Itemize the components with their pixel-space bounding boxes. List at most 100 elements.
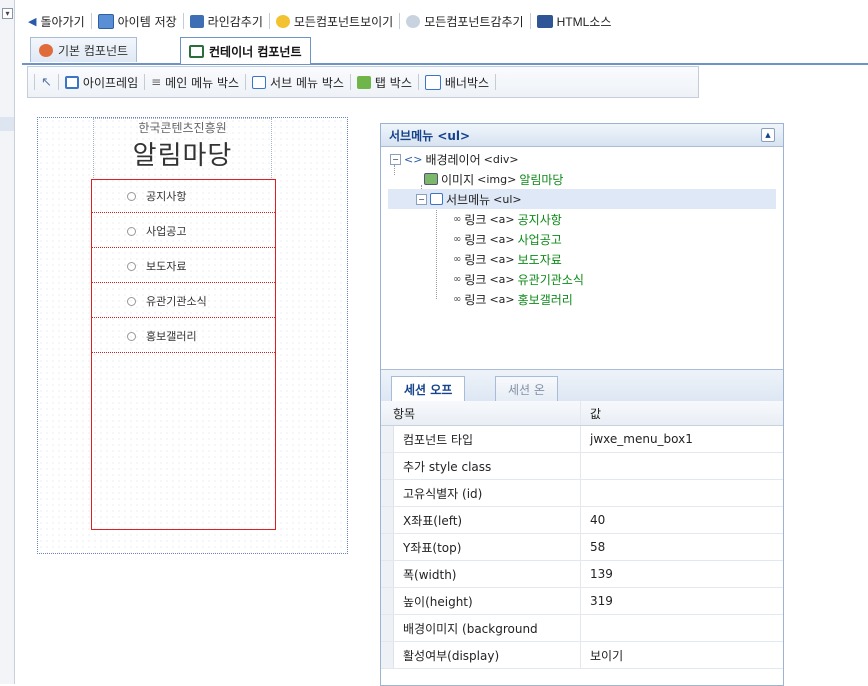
tree-node-image[interactable]: 이미지 <img> 알림마당 (424, 169, 563, 189)
menu-item[interactable]: 홍보갤러리 (92, 320, 275, 353)
link-icon: ∞ (453, 273, 462, 285)
property-name: 고유식별자 (id) (403, 486, 483, 501)
collapse-icon[interactable]: ▲ (761, 128, 775, 142)
property-name: 높이(height) (403, 594, 473, 609)
tab-session-off[interactable]: 세션 오프 (391, 376, 466, 401)
column-divider (580, 642, 581, 668)
menu-item[interactable]: 사업공고 (92, 215, 275, 248)
grid-header: 항목 값 (381, 401, 783, 426)
tab-container-components[interactable]: 컨테이너 컴포넌트 (180, 37, 311, 64)
menu-item[interactable]: 공지사항 (92, 180, 275, 213)
tree-node-link[interactable]: ∞ 링크 <a> 공지사항 (453, 209, 562, 229)
pointer-icon: ↖ (41, 74, 52, 90)
column-divider (580, 507, 581, 533)
component-panel: 서브메뉴 <ul> ▲ − <> 배경레이어 <div> 이미지 <img> 알… (380, 123, 784, 686)
save-item-button[interactable]: 아이템 저장 (92, 13, 183, 30)
panel-header: 서브메뉴 <ul> ▲ (381, 124, 783, 147)
submenu-icon (430, 193, 443, 205)
table-row[interactable]: Y좌표(top) 58 (381, 534, 783, 561)
row-handle (381, 642, 394, 668)
main-toolbar: ◀ 돌아가기 아이템 저장 라인감추기 모든컴포넌트보이기 모든컴포넌트감추기 … (22, 9, 868, 33)
table-row[interactable]: 컴포넌트 타입 jwxe_menu_box1 (381, 426, 783, 453)
tab-session-on[interactable]: 세션 온 (495, 376, 558, 401)
table-row[interactable]: 폭(width) 139 (381, 561, 783, 588)
toolbar-separator (495, 74, 497, 90)
container-icon (189, 44, 204, 58)
row-handle (381, 426, 394, 452)
table-row[interactable]: X좌표(left) 40 (381, 507, 783, 534)
components-icon (39, 43, 53, 57)
column-header-value: 값 (590, 406, 602, 421)
tree-node-submenu[interactable]: − 서브메뉴 <ul> (388, 189, 776, 209)
tree-node-link[interactable]: ∞ 링크 <a> 유관기관소식 (453, 269, 584, 289)
tab-box-button[interactable]: 탭 박스 (351, 74, 418, 91)
table-row[interactable]: 높이(height) 319 (381, 588, 783, 615)
bulb-off-icon (406, 14, 421, 28)
table-row[interactable]: 배경이미지 (background (381, 615, 783, 642)
component-tree: − <> 배경레이어 <div> 이미지 <img> 알림마당 − 서브메뉴 <… (381, 147, 783, 367)
submenu-icon (252, 75, 267, 89)
property-name: 폭(width) (403, 567, 457, 582)
panel-title: 서브메뉴 <ul> (389, 128, 471, 143)
tag-icon: <> (404, 152, 423, 166)
table-row[interactable]: 활성여부(display) 보이기 (381, 642, 783, 669)
image-icon (424, 173, 438, 185)
main-menu-box-button[interactable]: ≡ 메인 메뉴 박스 (145, 74, 245, 91)
banner-box-button[interactable]: 배너박스 (419, 74, 495, 91)
property-name: X좌표(left) (403, 513, 463, 528)
row-handle (381, 615, 394, 641)
html-icon (536, 14, 553, 28)
collapse-toggle-icon[interactable]: − (416, 193, 427, 205)
tree-node-link[interactable]: ∞ 링크 <a> 사업공고 (453, 229, 562, 249)
board-title-image[interactable]: 알림마당 (94, 135, 271, 172)
column-divider (580, 534, 581, 560)
background-layer[interactable]: 한국콘텐츠진흥원 알림마당 (93, 118, 272, 180)
show-all-components-button[interactable]: 모든컴포넌트보이기 (270, 13, 399, 30)
tab-basic-components[interactable]: 기본 컴포넌트 (30, 37, 138, 62)
tree-node-layer[interactable]: − <> 배경레이어 <div> (390, 149, 519, 169)
column-divider (580, 615, 581, 641)
session-tabs: 세션 오프 세션 온 (381, 369, 783, 401)
selection-marker (0, 117, 14, 131)
sub-menu-box-button[interactable]: 서브 메뉴 박스 (246, 74, 350, 91)
column-divider (580, 453, 581, 479)
tree-node-link[interactable]: ∞ 링크 <a> 보도자료 (453, 249, 562, 269)
component-tabs: 기본 컴포넌트 컨테이너 컴포넌트 (22, 36, 868, 65)
save-icon (97, 13, 114, 29)
property-value[interactable]: 보이기 (590, 647, 623, 664)
back-button[interactable]: ◀ 돌아가기 (22, 13, 91, 30)
collapse-toggle-icon[interactable]: − (390, 153, 401, 165)
menu-lines-icon: ≡ (151, 75, 162, 89)
property-name: 추가 style class (403, 459, 492, 474)
minimize-icon[interactable]: ▾ (2, 8, 13, 19)
select-pointer-button[interactable]: ↖ (35, 75, 58, 90)
property-name: 컴포넌트 타입 (403, 432, 474, 447)
submenu-box[interactable]: 공지사항 사업공고 보도자료 유관기관소식 홍보갤러리 (91, 179, 276, 530)
bulb-on-icon (275, 14, 290, 28)
row-handle (381, 534, 394, 560)
iframe-button[interactable]: 아이프레임 (59, 74, 144, 91)
row-handle (381, 507, 394, 533)
property-value[interactable]: 40 (590, 513, 605, 527)
property-name: 활성여부(display) (403, 648, 500, 663)
hide-lines-button[interactable]: 라인감추기 (184, 13, 269, 30)
property-value[interactable]: 319 (590, 594, 613, 608)
property-value[interactable]: jwxe_menu_box1 (590, 432, 693, 446)
tree-node-link[interactable]: ∞ 링크 <a> 홍보갤러리 (453, 289, 573, 309)
html-source-button[interactable]: HTML소스 (531, 13, 618, 30)
row-handle (381, 588, 394, 614)
table-row[interactable]: 고유식별자 (id) (381, 480, 783, 507)
column-header-name: 항목 (393, 406, 416, 421)
design-canvas[interactable]: 한국콘텐츠진흥원 알림마당 공지사항 사업공고 보도자료 유관기관소식 홍보갤러… (37, 117, 348, 554)
column-divider (580, 426, 581, 452)
bullet-icon (127, 331, 136, 341)
row-handle (381, 453, 394, 479)
property-value[interactable]: 139 (590, 567, 613, 581)
table-row[interactable]: 추가 style class (381, 453, 783, 480)
property-grid: 항목 값 컴포넌트 타입 jwxe_menu_box1 추가 style cla… (381, 401, 783, 669)
property-value[interactable]: 58 (590, 540, 605, 554)
menu-item[interactable]: 유관기관소식 (92, 285, 275, 318)
column-divider (580, 401, 581, 425)
hide-all-components-button[interactable]: 모든컴포넌트감추기 (400, 13, 529, 30)
menu-item[interactable]: 보도자료 (92, 250, 275, 283)
